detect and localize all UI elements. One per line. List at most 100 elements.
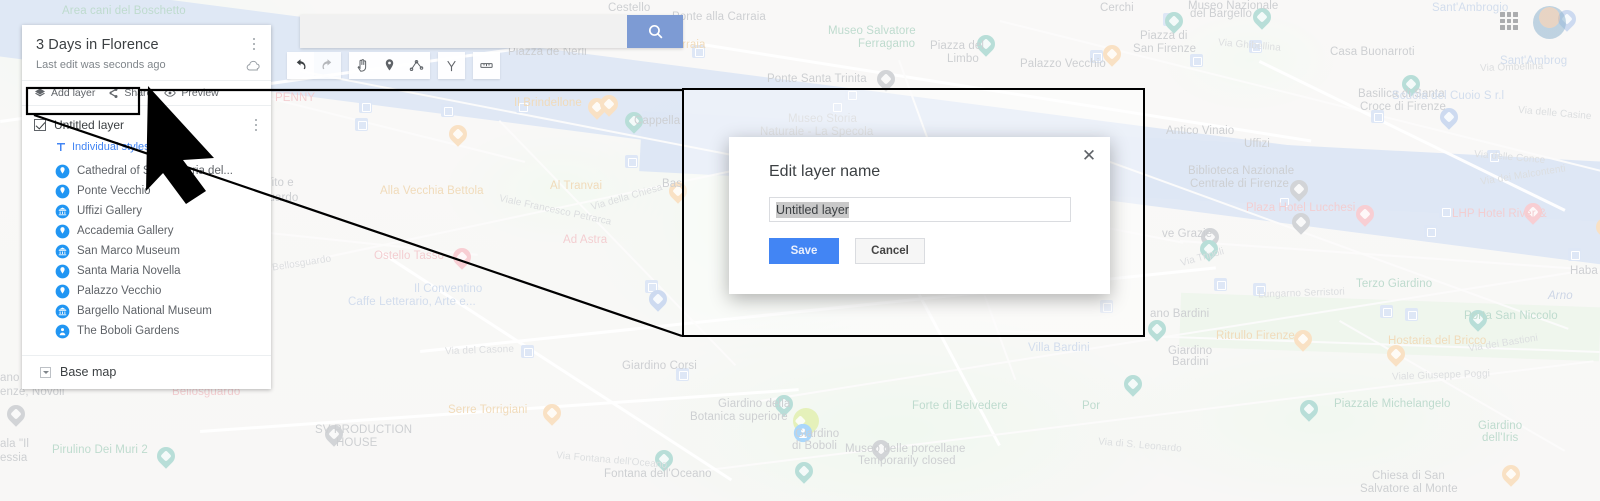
map-label: Museo Salvatore xyxy=(828,25,916,37)
undo-tool[interactable] xyxy=(287,52,314,79)
map-poi-icon[interactable] xyxy=(1214,278,1227,291)
map-poi-icon[interactable] xyxy=(355,118,368,131)
list-item[interactable]: The Boboli Gardens xyxy=(22,321,271,341)
add-directions-tool[interactable] xyxy=(438,52,465,79)
place-name-label: Santa Maria Novella xyxy=(77,265,181,277)
map-label: Ferragamo xyxy=(858,38,916,50)
place-list[interactable]: Cathedral of Santa Maria del... Ponte Vec… xyxy=(22,158,271,351)
map-label: Haba xyxy=(1570,265,1598,277)
base-map-row[interactable]: Base map xyxy=(22,355,271,389)
list-item[interactable]: Cathedral of Santa Maria del... xyxy=(22,161,271,181)
map-label: Plaza Hotel Lucchesi xyxy=(1246,202,1356,214)
chevron-down-icon xyxy=(40,366,51,378)
map-label: Cappella xyxy=(634,115,681,127)
map-label: Botanica superiore xyxy=(690,411,788,423)
map-poi-icon[interactable] xyxy=(441,104,454,117)
add-layer-button[interactable]: Add layer xyxy=(30,85,99,101)
list-item[interactable]: Santa Maria Novella xyxy=(22,261,271,281)
measure-tool[interactable] xyxy=(473,52,500,79)
map-label: Croce di Firenze xyxy=(1360,101,1446,113)
individual-styles-link[interactable]: Individual styles xyxy=(22,136,271,158)
layer-visibility-checkbox[interactable] xyxy=(34,119,46,131)
map-label: Uffizi xyxy=(1244,138,1270,150)
map-label: HOUSE xyxy=(336,437,378,449)
redo-arrow-icon xyxy=(322,59,332,70)
draw-line-tool[interactable] xyxy=(403,52,430,79)
share-button[interactable]: Share xyxy=(103,85,156,101)
draw-tool-group xyxy=(349,52,430,79)
list-item[interactable]: Bargello National Museum xyxy=(22,301,271,321)
list-item[interactable]: Palazzo Vecchio xyxy=(22,281,271,301)
list-item[interactable]: San Marco Museum xyxy=(22,241,271,261)
map-label: Giardino Corsi xyxy=(622,360,697,372)
cancel-button[interactable]: Cancel xyxy=(855,238,925,264)
map-label: Villa Bardini xyxy=(1028,342,1090,354)
map-poi-icon[interactable] xyxy=(1190,54,1203,67)
panel-action-bar[interactable]: Add layer Share Preview xyxy=(22,80,271,106)
dialog-buttons: Save Cancel xyxy=(769,238,1110,264)
map-label: Salvatore al Monte xyxy=(1360,483,1458,495)
map-options-menu-icon[interactable] xyxy=(245,35,263,53)
map-poi-icon[interactable] xyxy=(1424,225,1437,238)
map-label: Sant'Ambrogio xyxy=(1432,2,1509,14)
screen: Area cani del Boschetto Cestello Ponte all… xyxy=(0,0,1600,501)
map-label: Scuola del Cuoio S r.l xyxy=(1392,90,1505,102)
list-item[interactable]: Ponte Vecchio xyxy=(22,181,271,201)
add-layer-label: Add layer xyxy=(51,87,96,99)
map-label: Ad Astra xyxy=(563,234,608,246)
map-poi-icon[interactable] xyxy=(1568,248,1581,261)
page-title: 3 Days in Florence xyxy=(36,37,159,53)
place-name-label: Uffizi Gallery xyxy=(77,205,142,217)
map-label: Ostello Tasso xyxy=(374,250,445,262)
list-item[interactable]: Uffizi Gallery xyxy=(22,201,271,221)
ruler-icon xyxy=(480,63,493,68)
map-edit-toolbar[interactable] xyxy=(287,52,500,79)
map-poi-icon[interactable] xyxy=(1439,205,1452,218)
map-label: Terzo Giardino xyxy=(1356,278,1433,290)
close-icon[interactable]: ✕ xyxy=(1080,147,1098,165)
map-poi-icon[interactable] xyxy=(521,345,534,358)
preview-button[interactable]: Preview xyxy=(160,85,222,101)
cloud-saved-icon xyxy=(246,60,260,71)
add-marker-tool[interactable] xyxy=(376,52,403,79)
map-poi-icon[interactable] xyxy=(625,155,638,168)
map-poi-icon[interactable] xyxy=(1405,308,1418,321)
layer-name-label[interactable]: Untitled layer xyxy=(54,118,124,132)
map-label: Giardino della xyxy=(718,398,791,410)
individual-styles-label: Individual styles xyxy=(72,141,150,153)
map-label: dell'Iris xyxy=(1482,432,1519,444)
place-name-label: Accademia Gallery xyxy=(77,225,174,237)
map-poi-icon[interactable] xyxy=(1380,305,1393,318)
directions-tool-group xyxy=(438,52,465,79)
measure-tool-group xyxy=(473,52,500,79)
layer-row[interactable]: Untitled layer xyxy=(22,114,271,136)
map-label: Al Tranvai xyxy=(550,180,603,192)
layer-options-menu-icon[interactable] xyxy=(247,116,265,134)
map-label: Area cani del Boschetto xyxy=(62,5,186,17)
list-item[interactable]: Accademia Gallery xyxy=(22,221,271,241)
select-tool[interactable] xyxy=(349,52,376,79)
place-name-label: Palazzo Vecchio xyxy=(77,285,162,297)
share-label: Share xyxy=(124,87,153,99)
map-label: Ritrullo Firenze xyxy=(1216,330,1295,342)
save-button[interactable]: Save xyxy=(769,238,839,264)
layer-name-input-value: Untitled layer xyxy=(776,201,849,218)
layer-block: Untitled layer Individual styles Cathedr… xyxy=(22,106,271,355)
place-name-label: San Marco Museum xyxy=(77,245,180,257)
search-input[interactable] xyxy=(300,15,627,48)
google-apps-grid-icon[interactable] xyxy=(1500,12,1518,30)
map-label: Ponte Santa Trinita xyxy=(767,73,867,85)
map-label: Forte di Belvedere xyxy=(912,400,1008,412)
edit-layer-name-dialog[interactable]: ✕ Edit layer name Untitled layer Save Ca… xyxy=(729,137,1110,294)
map-label: Arno xyxy=(1548,290,1573,302)
cloud-icon[interactable] xyxy=(245,58,261,79)
search-button[interactable] xyxy=(627,15,683,48)
redo-tool[interactable] xyxy=(314,52,341,79)
map-label: del Bargello xyxy=(1190,8,1252,20)
layers-icon xyxy=(35,88,45,97)
avatar[interactable] xyxy=(1533,6,1566,39)
map-poi-icon[interactable] xyxy=(359,100,372,113)
map-search-bar[interactable] xyxy=(300,15,683,48)
layer-name-input[interactable]: Untitled layer xyxy=(769,197,1071,222)
my-maps-panel[interactable]: 3 Days in Florence Last edit was seconds… xyxy=(22,25,271,389)
